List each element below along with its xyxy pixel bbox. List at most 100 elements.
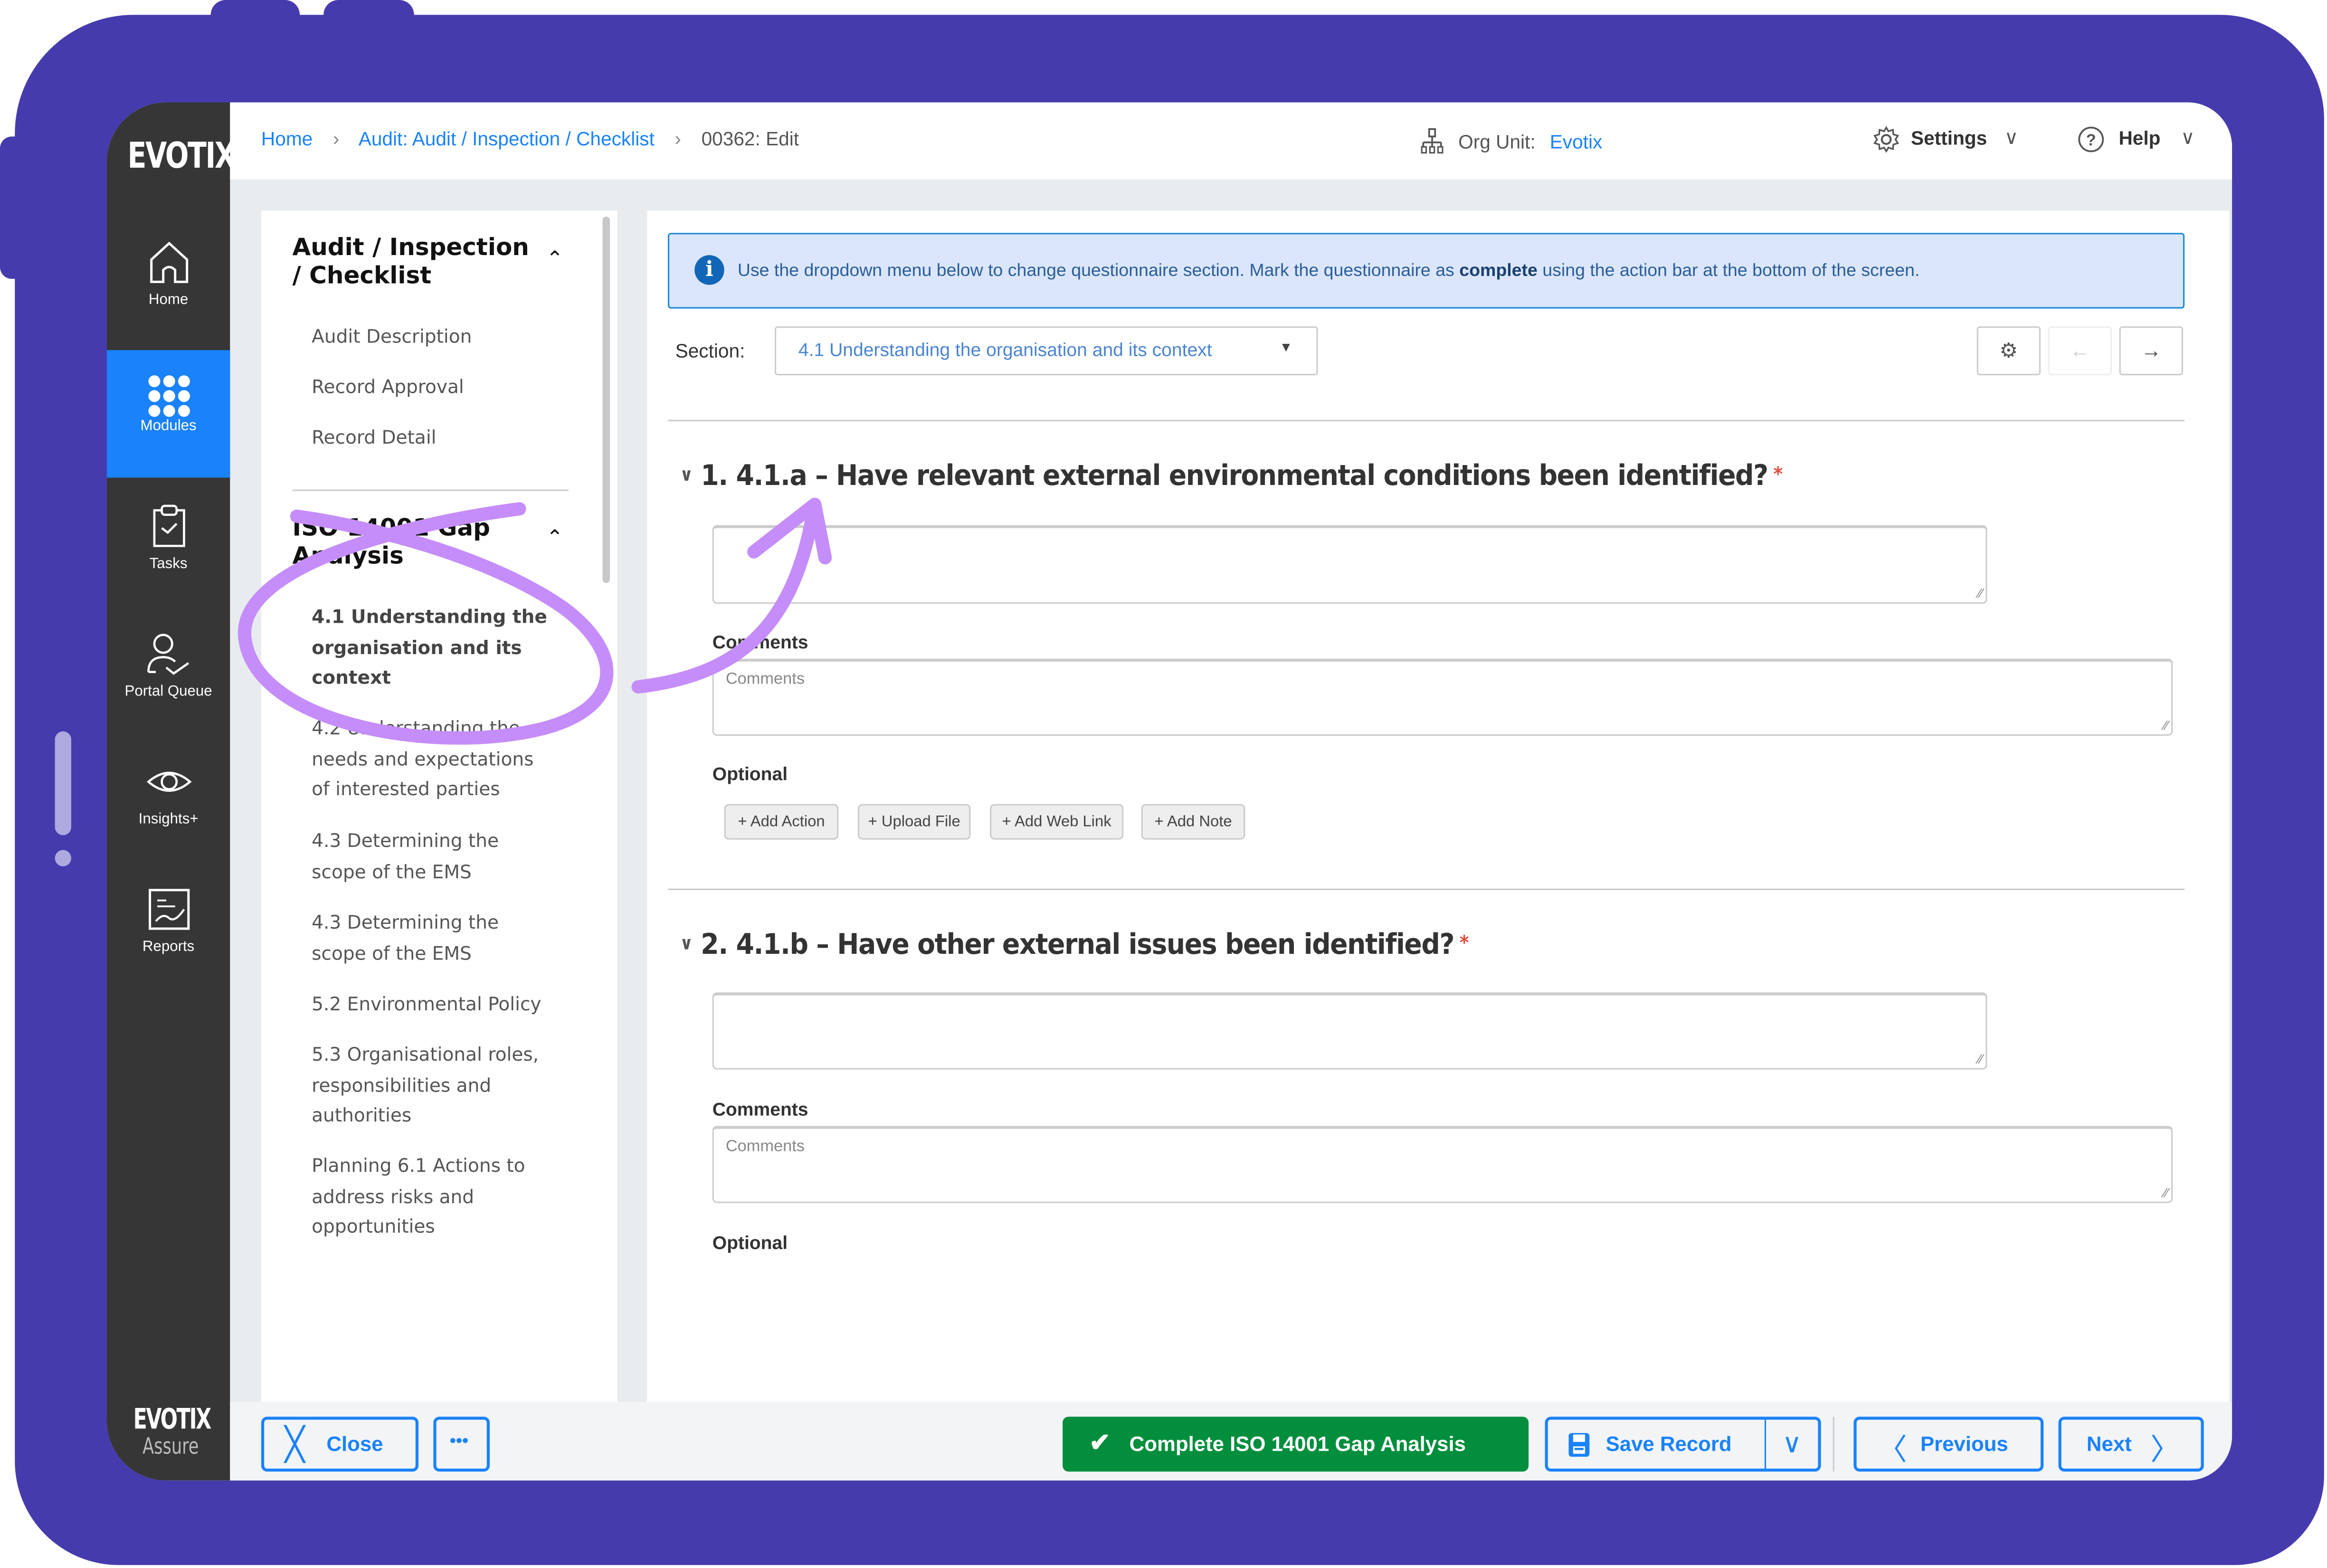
previous-section-button[interactable]: ← [2048,326,2112,376]
rail-item-insights[interactable]: Insights+ [107,758,230,886]
question-1-answer-input[interactable]: ∕∕ [712,525,1987,604]
add-note-button[interactable]: + Add Note [1141,804,1245,840]
previous-button[interactable]: 〈 Previous [1853,1416,2044,1472]
chevron-up-icon[interactable]: ⌃ [546,525,564,551]
report-chart-icon [148,889,189,930]
nav-item-6-1[interactable]: Planning 6.1 Actions to address risks an… [312,1151,564,1242]
gear-icon [1873,126,1900,153]
resize-grip-icon: ∕∕ [2164,1185,2168,1200]
question-2-optional-label: Optional [712,1233,788,1254]
clipboard-check-icon [152,504,185,547]
settings-menu[interactable]: Settings ∨ [1873,126,2019,153]
resize-grip-icon: ∕∕ [1978,1052,1983,1067]
nav-item-record-detail[interactable]: Record Detail [312,423,564,453]
help-label: Help [2118,126,2161,149]
svg-text:?: ? [2086,131,2096,149]
org-unit-value[interactable]: Evotix [1550,131,1603,153]
nav-item-line: Planning 6.1 Actions to [312,1154,525,1177]
comments-placeholder: Comments [725,1138,805,1156]
question-1-text: 1. 4.1.a – Have relevant external enviro… [701,460,1768,493]
breadcrumb-audit[interactable]: Audit: Audit / Inspection / Checklist [359,128,655,150]
add-web-link-button[interactable]: + Add Web Link [989,804,1124,840]
org-chart-icon [1421,128,1444,154]
rail-item-tasks[interactable]: Tasks [107,503,230,631]
breadcrumb-home[interactable]: Home [261,128,313,150]
nav-item-line: scope of the EMS [312,859,472,882]
arrow-right-icon: → [2140,338,2162,362]
assure-wordmark: Assure [142,1433,199,1460]
chevron-up-icon[interactable]: ⌃ [546,246,564,271]
rail-label-modules: Modules [140,418,197,435]
question-1-title[interactable]: ∨ 1. 4.1.a – Have relevant external envir… [680,460,1783,493]
divider [667,888,2185,890]
action-bar: ╳ Close ••• ✔ Complete ISO 14001 Gap Ana… [230,1402,2232,1481]
info-banner: i Use the dropdown menu below to change … [667,233,2185,309]
nav-item-4-1[interactable]: 4.1 Understanding the organisation and i… [312,602,564,694]
rail-item-portal-queue[interactable]: Portal Queue [107,630,230,758]
next-button[interactable]: Next 〉 [2058,1416,2204,1472]
question-1-comments-input[interactable]: Comments ∕∕ [712,658,2173,736]
comments-placeholder: Comments [725,670,805,689]
nav-item-4-3-duplicate[interactable]: 4.3 Determining the scope of the EMS [312,908,564,969]
nav-item-4-2[interactable]: 4.2 Understanding the needs and expectat… [312,713,564,805]
add-action-button[interactable]: + Add Action [724,804,839,840]
more-options-button[interactable]: ••• [433,1416,490,1472]
resize-grip-icon: ∕∕ [2164,718,2168,733]
question-2-comments-input[interactable]: Comments ∕∕ [712,1126,2173,1203]
nav-item-record-approval[interactable]: Record Approval [312,372,564,403]
nav-scrollbar[interactable] [602,216,610,583]
device-indicator [55,731,71,836]
complete-button[interactable]: ✔ Complete ISO 14001 Gap Analysis [1063,1416,1529,1472]
nav-group-audit-title[interactable]: Audit / Inspection / Checklist [293,233,545,289]
user-check-icon [146,634,189,675]
nav-item-5-3[interactable]: 5.3 Organisational roles, responsibiliti… [312,1040,564,1131]
help-circle-icon: ? [2078,126,2104,152]
nav-item-4-3[interactable]: 4.3 Determining the scope of the EMS [312,827,564,887]
chevron-down-icon: ∨ [2004,126,2019,149]
save-record-button[interactable]: Save Record [1548,1420,1765,1469]
rail-item-modules[interactable]: Modules [106,350,230,478]
nav-item-line: scope of the EMS [312,941,472,964]
left-rail: EVOTIX Home Modules Tasks Portal Queue I… [106,102,236,1481]
nav-item-5-2[interactable]: 5.2 Environmental Policy [312,989,564,1020]
section-settings-button[interactable]: ⚙ [1976,326,2041,376]
rail-item-home[interactable]: Home [107,239,230,367]
gear-icon: ⚙ [1999,338,2018,362]
section-dropdown[interactable]: 4.1 Understanding the organisation and i… [774,326,1318,376]
divider [667,419,2185,421]
rail-label-tasks: Tasks [149,556,188,573]
eye-icon [146,771,191,792]
help-menu[interactable]: ? Help ∨ [2078,126,2195,152]
nav-item-audit-description[interactable]: Audit Description [312,322,564,352]
save-options-dropdown[interactable]: ∨ [1766,1420,1818,1469]
close-button[interactable]: ╳ Close [261,1416,419,1472]
device-button [323,0,414,30]
close-icon: ╳ [285,1425,305,1463]
question-2-title[interactable]: ∨ 2. 4.1.b – Have other external issues b… [680,929,1469,961]
grid-icon [147,375,190,417]
nav-group-title-line: / Checklist [292,261,432,289]
upload-file-button[interactable]: + Upload File [857,804,971,840]
rail-label-portal-queue: Portal Queue [124,684,212,701]
question-2-answer-input[interactable]: ∕∕ [712,992,1987,1070]
ellipsis-icon: ••• [449,1430,469,1451]
save-record-label: Save Record [1605,1431,1732,1455]
nav-item-line: opportunities [312,1215,435,1237]
nav-divider [292,489,569,491]
section-nav-panel: Audit / Inspection / Checklist ⌃ Audit D… [261,210,617,1413]
rail-item-reports[interactable]: Reports [107,885,230,1013]
required-marker: * [1459,933,1469,956]
check-icon: ✔ [1089,1428,1111,1457]
caret-down-icon: ▼ [1279,340,1293,355]
nav-item-line: 4.2 Understanding the [312,716,520,739]
settings-label: Settings [1911,126,1987,149]
next-section-button[interactable]: → [2119,326,2183,376]
evotix-assure-logo: EVOTIX Assure [119,1403,223,1460]
section-dropdown-value: 4.1 Understanding the organisation and i… [798,340,1212,361]
arrow-left-icon: ← [2069,338,2090,362]
chevron-down-icon: ∨ [1782,1428,1802,1458]
nav-item-line: context [312,666,391,689]
info-text: Use the dropdown menu below to change qu… [738,260,1920,281]
nav-group-iso-title[interactable]: ISO 14001 Gap Analysis [293,513,545,570]
nav-item-line: needs and expectations [312,747,534,770]
